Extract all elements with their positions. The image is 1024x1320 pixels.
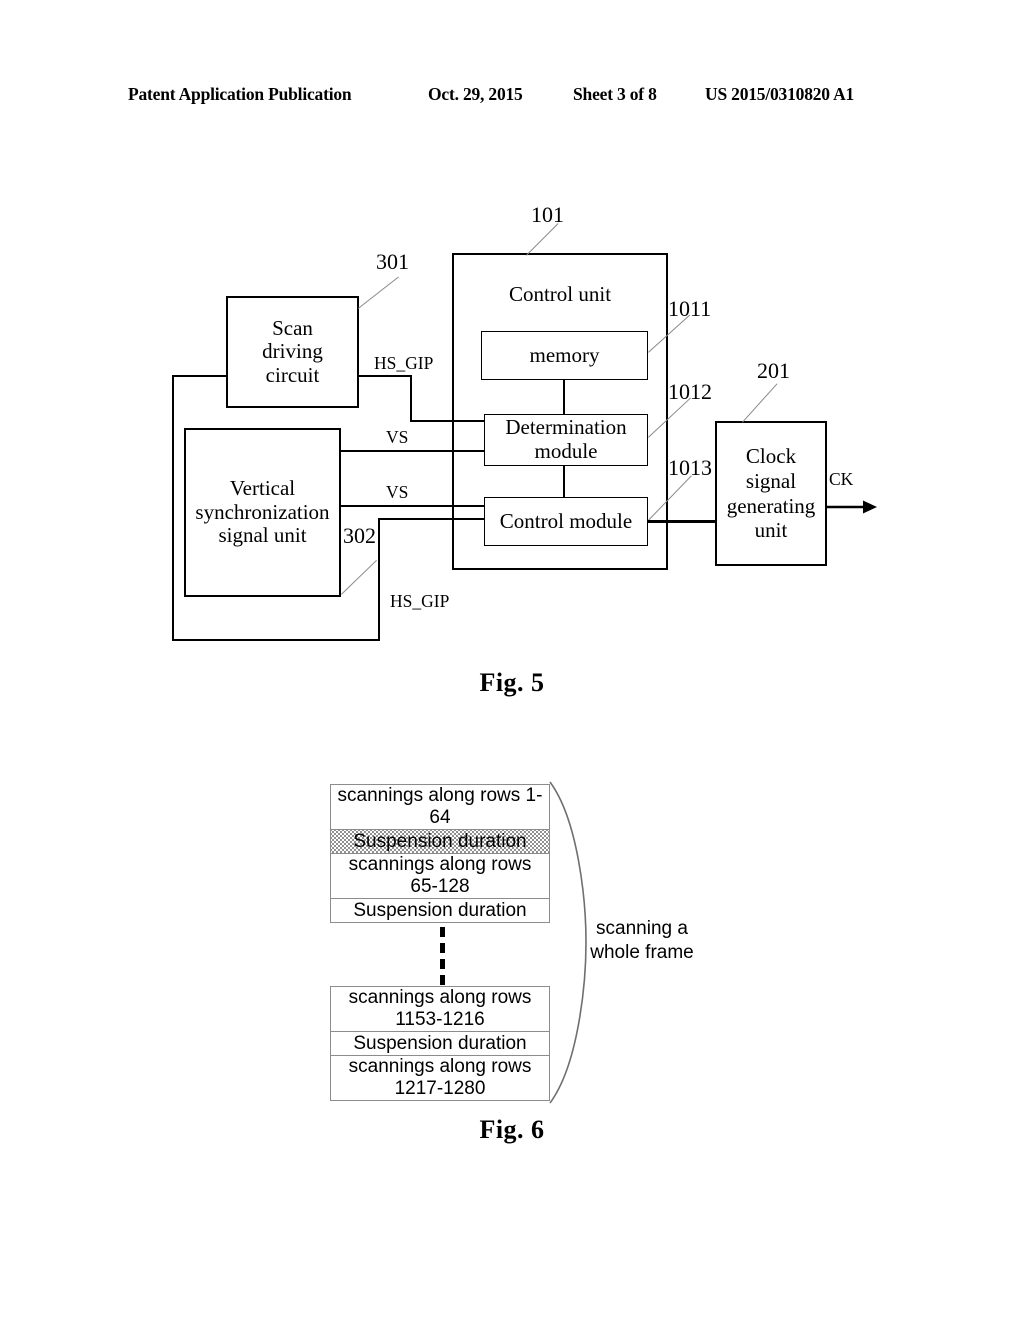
row-label: Suspension duration: [353, 830, 527, 852]
list-item: scannings along rows 1-64: [330, 784, 550, 830]
list-item: Suspension duration: [330, 829, 550, 854]
row-label: Suspension duration: [353, 899, 527, 921]
frame-brace-note: scanning a whole frame: [590, 918, 694, 963]
list-item: scannings along rows 65-128: [330, 853, 550, 899]
list-item: Suspension duration: [330, 1031, 550, 1056]
row-label: scannings along rows 1153-1216: [348, 987, 532, 1030]
list-item: scannings along rows 1153-1216: [330, 986, 550, 1032]
list-item: Suspension duration: [330, 898, 550, 923]
row-label: Suspension duration: [353, 1032, 527, 1054]
patent-page: Patent Application Publication Oct. 29, …: [0, 0, 1024, 1320]
row-label: scannings along rows 1-64: [337, 785, 543, 828]
row-label: scannings along rows 1217-1280: [348, 1056, 532, 1099]
ellipsis-dashed-line: [440, 927, 445, 985]
figure-6: scannings along rows 1-64 Suspension dur…: [0, 0, 1024, 1320]
list-item: scannings along rows 1217-1280: [330, 1055, 550, 1101]
figure-6-caption: Fig. 6: [479, 1115, 545, 1144]
row-label: scannings along rows 65-128: [348, 854, 532, 897]
